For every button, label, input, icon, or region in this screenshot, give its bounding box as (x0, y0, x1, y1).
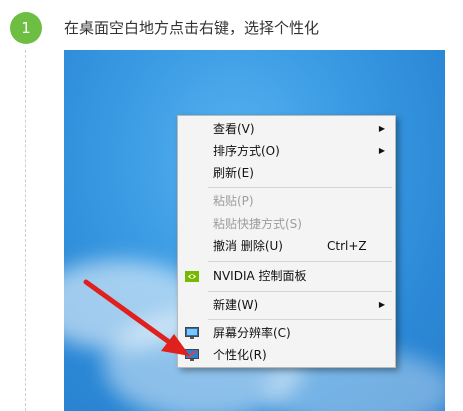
red-pointer-arrow-icon (83, 279, 190, 356)
timeline-dashed-line (25, 50, 26, 411)
desktop-screenshot: 查看(V) ▶ 排序方式(O) ▶ 刷新(E) 粘贴(P) 粘贴快捷方式(S) … (64, 50, 445, 411)
step-instruction: 在桌面空白地方点击右键，选择个性化 (64, 19, 320, 37)
step-number-badge: 1 (10, 12, 42, 44)
